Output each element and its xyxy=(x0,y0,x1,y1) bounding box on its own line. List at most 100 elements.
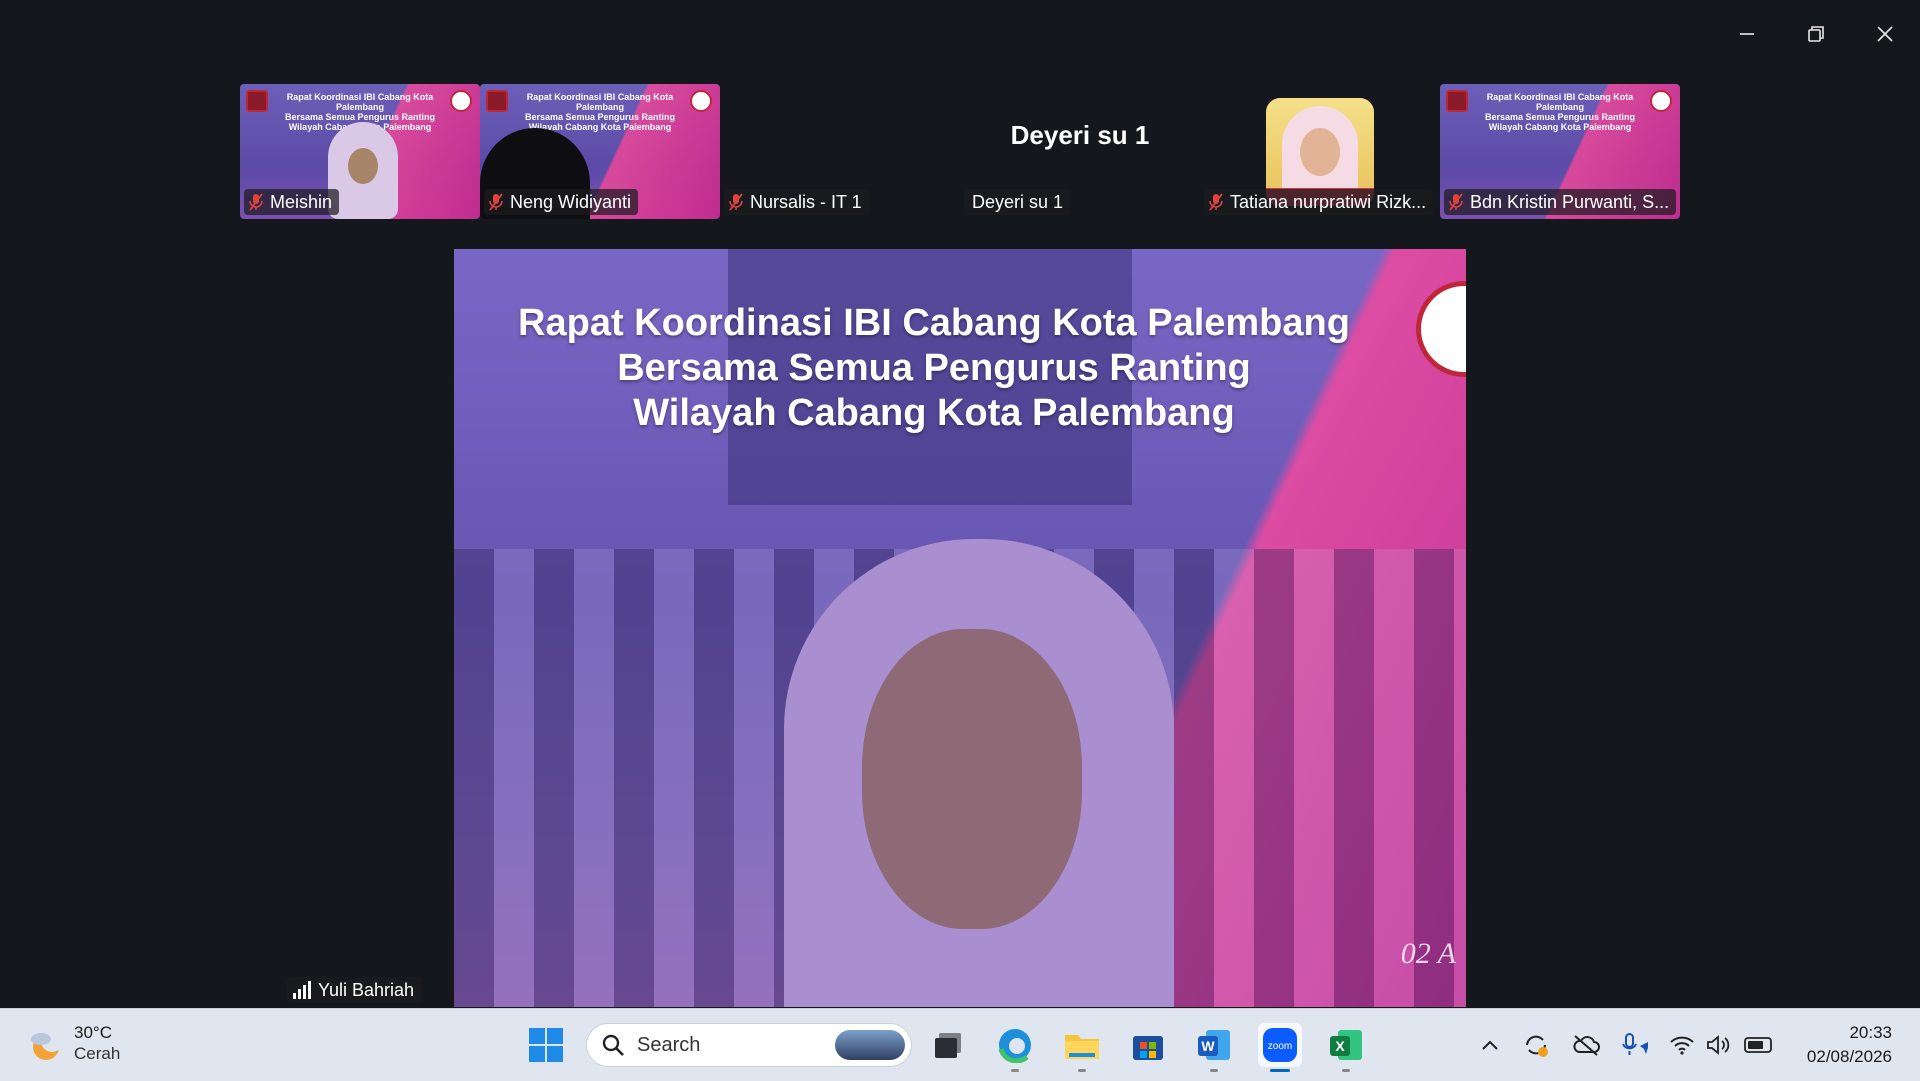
restore-icon xyxy=(1808,26,1824,42)
file-explorer-button[interactable] xyxy=(1060,1023,1104,1072)
name-chip: Meishin xyxy=(244,189,340,215)
headline-line-3: Wilayah Cabang Kota Palembang xyxy=(633,392,1235,434)
search-icon xyxy=(602,1034,624,1056)
edge-button[interactable] xyxy=(993,1023,1037,1072)
speaker-face xyxy=(862,629,1082,929)
search-highlight-image xyxy=(835,1030,905,1060)
onedrive-status[interactable] xyxy=(1572,1031,1600,1059)
participant-name: Tatiana nurpratiwi Rizk... xyxy=(1230,191,1427,212)
restore-button[interactable] xyxy=(1788,16,1844,52)
active-indicator xyxy=(1270,1069,1290,1072)
name-chip: Deyeri su 1 xyxy=(964,189,1071,215)
running-indicator xyxy=(1342,1069,1350,1072)
headline-line-2: Bersama Semua Pengurus Ranting xyxy=(617,347,1251,389)
running-indicator xyxy=(1210,1069,1218,1072)
signature: 02 A xyxy=(1400,937,1456,970)
name-chip: Nursalis - IT 1 xyxy=(724,189,869,215)
slide-title: Rapat Koordinasi IBI Cabang Kota Palemba… xyxy=(524,92,676,132)
search-placeholder: Search xyxy=(637,1033,701,1056)
participant-tile-nursalis[interactable]: n Nursalis - IT 1 xyxy=(720,84,960,219)
seal-icon xyxy=(1650,90,1672,112)
file-explorer-icon xyxy=(1065,1035,1099,1059)
seal-icon xyxy=(690,90,712,112)
running-indicator xyxy=(1078,1069,1086,1072)
microsoft-store-icon xyxy=(1133,1036,1163,1060)
slide-title: Rapat Koordinasi IBI Cabang Kota Palemba… xyxy=(1484,92,1636,132)
minimize-button[interactable] xyxy=(1719,16,1775,52)
taskbar-search[interactable]: Search xyxy=(586,1023,912,1067)
excel-icon: X xyxy=(1330,1030,1362,1060)
participant-name: Meishin xyxy=(270,191,333,212)
speaker-name-chip: Yuli Bahriah xyxy=(286,977,423,1003)
participant-tile-meishin[interactable]: Rapat Koordinasi IBI Cabang Kota Palemba… xyxy=(240,84,480,219)
microphone-location-icon xyxy=(1622,1033,1648,1055)
clock-time: 20:33 xyxy=(1849,1023,1892,1042)
participant-strip: Rapat Koordinasi IBI Cabang Kota Palemba… xyxy=(240,84,1680,219)
muted-mic-icon xyxy=(729,193,743,211)
close-icon xyxy=(1877,26,1893,42)
cloud-off-icon xyxy=(1573,1035,1600,1056)
participant-display-name: Deyeri su 1 xyxy=(1010,120,1150,150)
show-hidden-icons-button[interactable] xyxy=(1476,1031,1504,1059)
name-chip: Bdn Kristin Purwanti, S... xyxy=(1444,189,1677,215)
running-indicator xyxy=(1011,1069,1019,1072)
speaker-name: Yuli Bahriah xyxy=(318,979,415,1000)
participant-name: Deyeri su 1 xyxy=(972,191,1064,212)
wifi-icon xyxy=(1670,1036,1694,1055)
svg-text:zoom: zoom xyxy=(1268,1041,1292,1052)
muted-mic-icon xyxy=(489,193,503,211)
muted-mic-icon xyxy=(1209,193,1223,211)
sync-icon xyxy=(1526,1035,1548,1057)
ibi-logo-icon xyxy=(1446,90,1468,112)
task-view-button[interactable] xyxy=(927,1023,971,1067)
battery-status[interactable] xyxy=(1744,1031,1772,1059)
weather-widget[interactable]: 30°C Cerah xyxy=(26,1023,120,1065)
active-speaker-video[interactable]: Rapat Koordinasi IBI Cabang Kota Palemba… xyxy=(454,249,1466,1007)
word-icon: W xyxy=(1198,1030,1230,1060)
minimize-icon xyxy=(1740,33,1754,35)
ibi-logo-icon xyxy=(486,90,508,112)
volume-icon xyxy=(1707,1035,1730,1055)
windows-start-icon xyxy=(529,1028,563,1062)
taskbar: 30°C Cerah Search W zoom X 20:33 02/08/2… xyxy=(0,1008,1920,1081)
slide-headline: Rapat Koordinasi IBI Cabang Kota Palemba… xyxy=(454,301,1414,436)
signal-strength-icon xyxy=(293,981,311,999)
ibi-logo-icon xyxy=(246,90,268,112)
weather-moon-cloud-icon xyxy=(31,1030,63,1060)
weather-condition: Cerah xyxy=(74,1044,121,1063)
name-chip: Tatiana nurpratiwi Rizk... xyxy=(1204,189,1434,215)
muted-mic-icon xyxy=(1449,193,1463,211)
chevron-up-icon xyxy=(1482,1040,1498,1050)
edge-icon xyxy=(998,1029,1031,1063)
zoom-icon: zoom xyxy=(1263,1028,1297,1062)
mic-location-status[interactable] xyxy=(1620,1031,1648,1059)
muted-mic-icon xyxy=(249,193,263,211)
name-chip: Neng Widiyanti xyxy=(484,189,639,215)
participant-name: Nursalis - IT 1 xyxy=(750,191,862,212)
seal-icon xyxy=(450,90,472,112)
headline-line-1: Rapat Koordinasi IBI Cabang Kota Palemba… xyxy=(518,302,1350,344)
sync-status[interactable] xyxy=(1522,1031,1550,1059)
ibi-seal-icon xyxy=(1416,281,1466,377)
start-button[interactable] xyxy=(524,1023,568,1067)
excel-button[interactable]: X xyxy=(1324,1023,1368,1072)
word-button[interactable]: W xyxy=(1192,1023,1236,1072)
clock-date: 02/08/2026 xyxy=(1806,1047,1892,1066)
participant-tile-deyeri[interactable]: Deyeri su 1 Deyeri su 1 xyxy=(960,84,1200,219)
clock[interactable]: 20:33 02/08/2026 xyxy=(1807,1021,1892,1069)
microsoft-store-button[interactable] xyxy=(1126,1023,1170,1067)
participant-name: Neng Widiyanti xyxy=(510,191,632,212)
battery-icon xyxy=(1744,1037,1772,1053)
zoom-button[interactable]: zoom xyxy=(1258,1023,1302,1072)
network-status[interactable] xyxy=(1668,1031,1696,1059)
svg-text:X: X xyxy=(1335,1038,1345,1054)
close-button[interactable] xyxy=(1857,16,1913,52)
participant-tile-neng-widiyanti[interactable]: Rapat Koordinasi IBI Cabang Kota Palemba… xyxy=(480,84,720,219)
task-view-icon xyxy=(935,1033,961,1058)
volume-status[interactable] xyxy=(1704,1031,1732,1059)
weather-temp: 30°C xyxy=(74,1023,112,1042)
participant-name: Bdn Kristin Purwanti, S... xyxy=(1470,191,1670,212)
svg-text:W: W xyxy=(1201,1038,1215,1054)
participant-tile-kristin[interactable]: Rapat Koordinasi IBI Cabang Kota Palemba… xyxy=(1440,84,1680,219)
participant-tile-tatiana[interactable]: Tatiana nurpratiwi Rizk... xyxy=(1200,84,1440,219)
